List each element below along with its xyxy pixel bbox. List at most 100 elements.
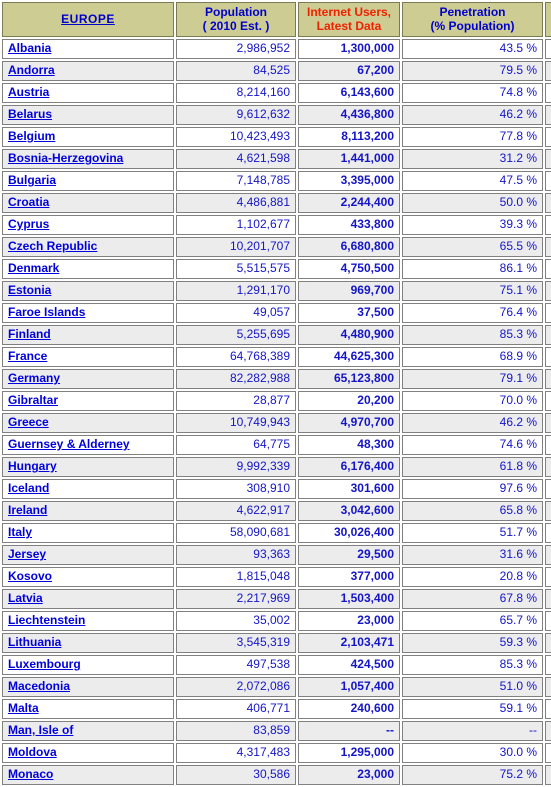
table-row: Lithuania 3,545,319 2,103,471 59.3 % [2, 633, 551, 653]
table-row: Moldova 4,317,483 1,295,000 30.0 % [2, 743, 551, 763]
cell-population: 3,545,319 [176, 633, 296, 653]
cell-overflow [545, 677, 551, 697]
cell-internet-users: 37,500 [298, 303, 400, 323]
table-row: Faroe Islands 49,057 37,500 76.4 % [2, 303, 551, 323]
cell-penetration: 39.3 % [402, 215, 543, 235]
country-link[interactable]: Czech Republic [8, 239, 97, 253]
cell-overflow [545, 347, 551, 367]
country-link[interactable]: Guernsey & Alderney [8, 437, 130, 451]
country-link[interactable]: Germany [8, 371, 60, 385]
cell-country: Gibraltar [2, 391, 174, 411]
cell-penetration: 61.8 % [402, 457, 543, 477]
country-link[interactable]: Moldova [8, 745, 57, 759]
cell-overflow [545, 545, 551, 565]
country-link[interactable]: Belgium [8, 129, 55, 143]
table-header: EUROPE Population ( 2010 Est. ) Internet… [2, 2, 551, 37]
cell-population: 1,815,048 [176, 567, 296, 587]
cell-population: 2,072,086 [176, 677, 296, 697]
cell-overflow [545, 127, 551, 147]
cell-overflow [545, 611, 551, 631]
country-link[interactable]: Hungary [8, 459, 57, 473]
cell-internet-users: 65,123,800 [298, 369, 400, 389]
cell-overflow [545, 149, 551, 169]
country-link[interactable]: Andorra [8, 63, 55, 77]
penetration-header-line2: (% Population) [430, 19, 515, 33]
country-link[interactable]: Estonia [8, 283, 51, 297]
country-link[interactable]: Faroe Islands [8, 305, 85, 319]
cell-overflow [545, 567, 551, 587]
cell-internet-users: 4,970,700 [298, 413, 400, 433]
country-link[interactable]: Latvia [8, 591, 43, 605]
country-link[interactable]: Monaco [8, 767, 53, 781]
cell-overflow [545, 435, 551, 455]
cell-population: 4,317,483 [176, 743, 296, 763]
table-row: Estonia 1,291,170 969,700 75.1 % [2, 281, 551, 301]
country-link[interactable]: Bosnia-Herzegovina [8, 151, 123, 165]
country-link[interactable]: Malta [8, 701, 39, 715]
cell-internet-users: 3,395,000 [298, 171, 400, 191]
cell-population: 8,214,160 [176, 83, 296, 103]
cell-internet-users: 1,503,400 [298, 589, 400, 609]
cell-overflow [545, 39, 551, 59]
table-row: Malta 406,771 240,600 59.1 % [2, 699, 551, 719]
cell-overflow [545, 523, 551, 543]
country-link[interactable]: Albania [8, 41, 51, 55]
cell-country: Croatia [2, 193, 174, 213]
cell-internet-users: 1,057,400 [298, 677, 400, 697]
table-body: Albania 2,986,952 1,300,000 43.5 % Andorra 84… [2, 39, 551, 785]
country-link[interactable]: Italy [8, 525, 32, 539]
cell-population: 83,859 [176, 721, 296, 741]
country-link[interactable]: Croatia [8, 195, 49, 209]
country-link[interactable]: Bulgaria [8, 173, 56, 187]
cell-overflow [545, 501, 551, 521]
cell-penetration: 76.4 % [402, 303, 543, 323]
country-link[interactable]: Man, Isle of [8, 723, 73, 737]
cell-penetration: 77.8 % [402, 127, 543, 147]
cell-country: Kosovo [2, 567, 174, 587]
country-link[interactable]: Denmark [8, 261, 59, 275]
country-link[interactable]: Ireland [8, 503, 47, 517]
cell-population: 82,282,988 [176, 369, 296, 389]
cell-population: 93,363 [176, 545, 296, 565]
cell-internet-users: 969,700 [298, 281, 400, 301]
country-link[interactable]: Greece [8, 415, 49, 429]
country-link[interactable]: Kosovo [8, 569, 52, 583]
table-row: France 64,768,389 44,625,300 68.9 % [2, 347, 551, 367]
cell-penetration: 59.1 % [402, 699, 543, 719]
country-link[interactable]: Cyprus [8, 217, 49, 231]
cell-penetration: 50.0 % [402, 193, 543, 213]
country-link[interactable]: Belarus [8, 107, 52, 121]
cell-penetration: 97.6 % [402, 479, 543, 499]
cell-penetration: 75.2 % [402, 765, 543, 785]
cell-internet-users: 301,600 [298, 479, 400, 499]
country-link[interactable]: Macedonia [8, 679, 70, 693]
table-row: Austria 8,214,160 6,143,600 74.8 % [2, 83, 551, 103]
country-link[interactable]: Lithuania [8, 635, 61, 649]
country-link[interactable]: Luxembourg [8, 657, 81, 671]
country-link[interactable]: Austria [8, 85, 49, 99]
country-link[interactable]: Jersey [8, 547, 46, 561]
region-header-link[interactable]: EUROPE [61, 12, 115, 26]
cell-population: 84,525 [176, 61, 296, 81]
cell-overflow [545, 171, 551, 191]
table-row: Bulgaria 7,148,785 3,395,000 47.5 % [2, 171, 551, 191]
country-link[interactable]: France [8, 349, 47, 363]
cell-population: 9,612,632 [176, 105, 296, 125]
country-link[interactable]: Iceland [8, 481, 49, 495]
cell-internet-users: 424,500 [298, 655, 400, 675]
cell-country: Andorra [2, 61, 174, 81]
country-link[interactable]: Liechtenstein [8, 613, 85, 627]
cell-internet-users: 23,000 [298, 611, 400, 631]
cell-overflow [545, 61, 551, 81]
users-header-line2: Latest Data [316, 19, 382, 33]
cell-country: Iceland [2, 479, 174, 499]
column-header-population: Population ( 2010 Est. ) [176, 2, 296, 37]
country-link[interactable]: Finland [8, 327, 51, 341]
cell-internet-users: 1,441,000 [298, 149, 400, 169]
cell-overflow [545, 193, 551, 213]
country-link[interactable]: Gibraltar [8, 393, 58, 407]
cell-country: Cyprus [2, 215, 174, 235]
cell-penetration: 86.1 % [402, 259, 543, 279]
cell-country: Albania [2, 39, 174, 59]
cell-population: 4,622,917 [176, 501, 296, 521]
